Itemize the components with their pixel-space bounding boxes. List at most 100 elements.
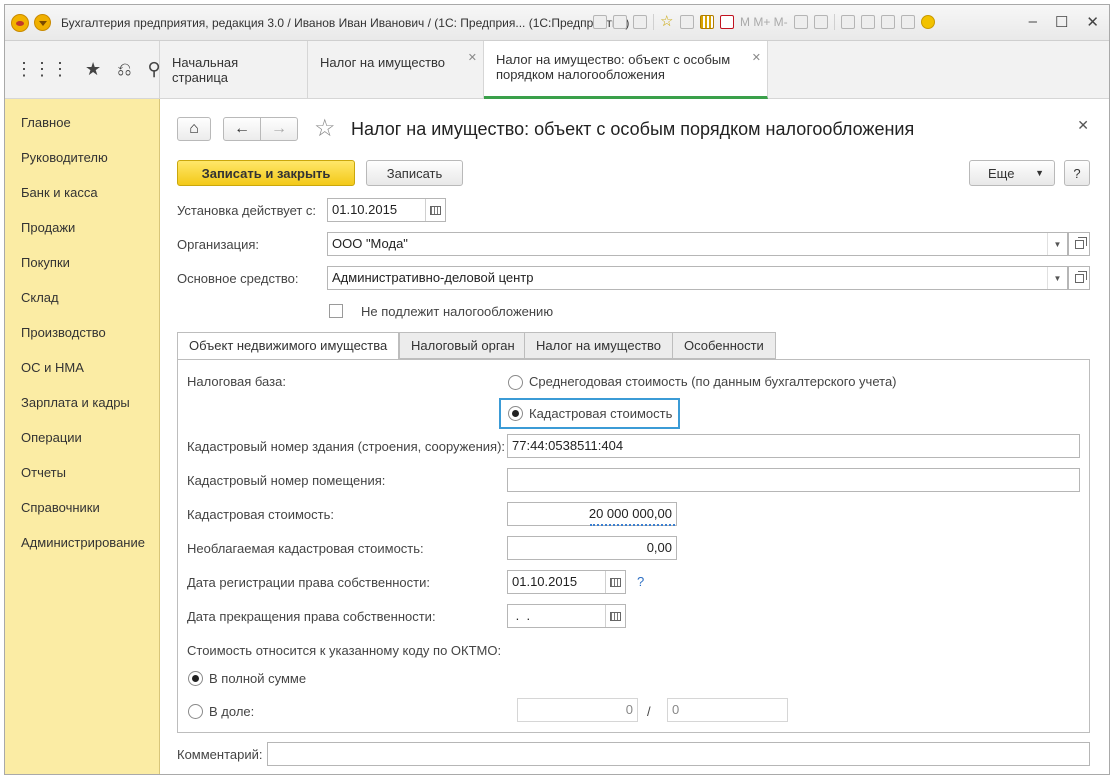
sidebar-item-directories[interactable]: Справочники	[21, 500, 100, 515]
organization-field[interactable]: ООО "Мода" ▼	[327, 232, 1068, 256]
comment-label: Комментарий:	[177, 747, 263, 762]
dropdown-icon[interactable]: ▼	[1047, 233, 1067, 255]
close-tab-icon[interactable]: ✕	[468, 51, 477, 64]
end-date-field[interactable]: . .	[507, 604, 626, 628]
sidebar-item-bank[interactable]: Банк и касса	[21, 185, 98, 200]
cadastral-value-field[interactable]: 20 000 000,00	[507, 502, 677, 526]
favorite-icon[interactable]: ☆	[660, 14, 674, 29]
open-asset-button[interactable]	[1068, 266, 1090, 290]
maximize-icon[interactable]: ☐	[1055, 13, 1068, 31]
help-button[interactable]: ?	[1064, 160, 1090, 186]
save-button[interactable]: Записать	[366, 160, 463, 186]
organization-value: ООО "Мода"	[332, 236, 408, 251]
tab-property-tax[interactable]: Налог на имущество	[524, 332, 674, 359]
sidebar-item-purchases[interactable]: Покупки	[21, 255, 70, 270]
share-separator: /	[647, 704, 651, 719]
sidebar-item-manager[interactable]: Руководителю	[21, 150, 108, 165]
open-icon	[1074, 239, 1084, 249]
back-button[interactable]: ←	[223, 117, 261, 141]
calendar-icon	[610, 577, 621, 587]
tab-current-form[interactable]: Налог на имущество: объект с особым поря…	[484, 41, 768, 99]
calendar-icon	[610, 611, 621, 621]
reg-date-help-link[interactable]: ?	[637, 574, 644, 589]
tax-base-cadastral-radio[interactable]	[508, 406, 523, 421]
close-window-icon[interactable]: ✕	[1086, 13, 1099, 31]
minimize-icon[interactable]: –	[1029, 13, 1037, 31]
document-icon[interactable]	[793, 15, 808, 29]
history-icon[interactable]: ⎌	[117, 59, 131, 80]
asset-field[interactable]: Административно-деловой центр ▼	[327, 266, 1068, 290]
title-toolbar: ☆ M M+ M-	[593, 14, 935, 30]
sidebar-item-operations[interactable]: Операции	[21, 430, 82, 445]
calculator-icon[interactable]	[700, 15, 714, 29]
save-and-close-button[interactable]: Записать и закрыть	[177, 160, 355, 186]
tools-icon[interactable]	[900, 15, 915, 29]
apps-grid-icon[interactable]: ⋮⋮⋮	[15, 59, 69, 80]
1c-logo-icon	[11, 13, 29, 32]
back-icon[interactable]	[840, 15, 855, 29]
favorite-star-icon[interactable]: ☆	[314, 114, 336, 143]
search-icon[interactable]	[860, 15, 875, 29]
building-number-label: Кадастровый номер здания (строения, соор…	[187, 439, 506, 454]
calendar-picker[interactable]	[605, 605, 625, 627]
sidebar-item-payroll[interactable]: Зарплата и кадры	[21, 395, 130, 410]
sidebar-item-fixed-assets[interactable]: ОС и НМА	[21, 360, 84, 375]
sidebar-item-sales[interactable]: Продажи	[21, 220, 75, 235]
calendar-picker[interactable]	[425, 199, 445, 221]
input-underline	[590, 524, 675, 526]
open-windows-bar: Начальная страница Налог на имущество ✕ …	[160, 41, 1109, 99]
tab-features[interactable]: Особенности	[672, 332, 776, 359]
folder-icon[interactable]	[813, 15, 828, 29]
sidebar-item-warehouse[interactable]: Склад	[21, 290, 59, 305]
room-number-field[interactable]	[507, 468, 1080, 492]
preview-icon[interactable]	[633, 15, 647, 29]
tax-base-label: Налоговая база:	[187, 374, 286, 389]
close-form-icon[interactable]: ✕	[1077, 117, 1089, 134]
not-taxable-checkbox[interactable]	[329, 304, 343, 318]
building-number-field[interactable]: 77:44:0538511:404	[507, 434, 1080, 458]
reg-date-field[interactable]: 01.10.2015	[507, 570, 626, 594]
tab-tax-authority[interactable]: Налоговый орган	[399, 332, 527, 359]
more-button[interactable]: Еще ▼	[969, 160, 1055, 186]
tax-base-average-label: Среднегодовая стоимость (по данным бухга…	[529, 374, 897, 389]
favorites-star-icon[interactable]: ★	[85, 59, 101, 80]
close-tab-icon[interactable]: ✕	[752, 51, 761, 66]
tax-base-average-radio[interactable]	[508, 375, 523, 390]
sidebar-item-production[interactable]: Производство	[21, 325, 106, 340]
calendar-icon[interactable]	[720, 15, 734, 29]
toolbar-divider	[653, 14, 654, 30]
cadastral-value-label: Кадастровая стоимость:	[187, 507, 334, 522]
open-organization-button[interactable]	[1068, 232, 1090, 256]
calendar-picker[interactable]	[605, 571, 625, 593]
comment-field[interactable]	[267, 742, 1090, 766]
dropdown-icon[interactable]: ▼	[1047, 267, 1067, 289]
chevron-down-icon: ▼	[1035, 168, 1044, 178]
share-numerator-field[interactable]: 0	[517, 698, 638, 722]
tab-real-estate-object[interactable]: Объект недвижимого имущества	[177, 332, 400, 360]
sidebar-item-administration[interactable]: Администрирование	[21, 535, 145, 550]
memory-buttons[interactable]: M M+ M-	[740, 15, 788, 29]
share-denominator-field[interactable]: 0	[667, 698, 788, 722]
print-icon[interactable]	[613, 15, 627, 29]
arrow-left-icon: ←	[234, 120, 250, 137]
exempt-value-field[interactable]: 0,00	[507, 536, 677, 560]
full-amount-radio[interactable]	[188, 671, 203, 686]
tab-property-tax[interactable]: Налог на имущество ✕	[308, 41, 484, 99]
sidebar-item-reports[interactable]: Отчеты	[21, 465, 66, 480]
save-icon[interactable]	[593, 15, 607, 29]
info-icon[interactable]	[920, 15, 935, 29]
search-icon[interactable]: ⚲	[148, 59, 161, 80]
tab-label: Налог на имущество	[320, 55, 446, 70]
title-bar: Бухгалтерия предприятия, редакция 3.0 / …	[5, 5, 1109, 41]
link-icon[interactable]	[680, 15, 694, 29]
forward-button[interactable]: →	[260, 117, 298, 141]
share-radio[interactable]	[188, 704, 203, 719]
sidebar-item-main[interactable]: Главное	[21, 115, 71, 130]
page-title: Налог на имущество: объект с особым поря…	[351, 119, 915, 139]
home-button[interactable]: ⌂	[177, 117, 211, 141]
main-menu-icon[interactable]	[34, 14, 51, 31]
effective-date-field[interactable]: 01.10.2015	[327, 198, 446, 222]
tab-home-page[interactable]: Начальная страница	[160, 41, 308, 99]
room-number-label: Кадастровый номер помещения:	[187, 473, 386, 488]
panel-icon[interactable]	[880, 15, 895, 29]
